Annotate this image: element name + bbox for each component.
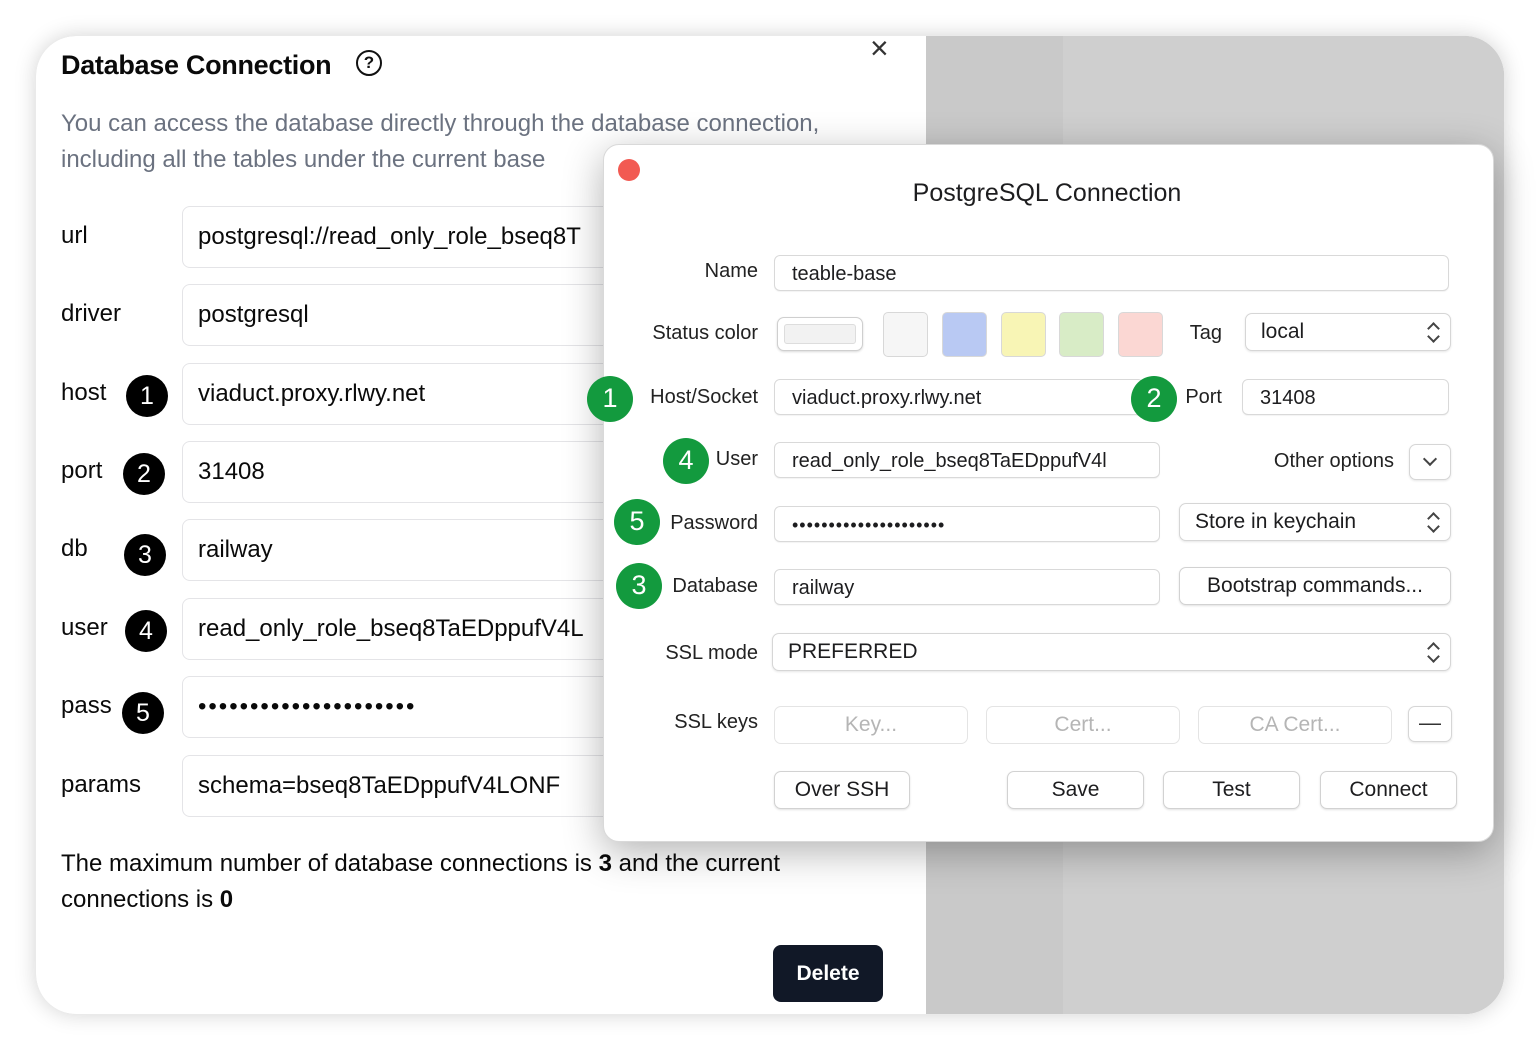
host-socket-input[interactable]: viaduct.proxy.rlwy.net <box>774 379 1144 415</box>
database-label: Database <box>672 575 758 597</box>
database-badge: 3 <box>616 563 662 609</box>
status-swatch-green[interactable] <box>1059 312 1104 357</box>
close-icon[interactable]: × <box>870 36 889 64</box>
pass-badge: 5 <box>122 692 164 734</box>
db-badge: 3 <box>124 534 166 576</box>
ssl-ca-cert-button[interactable]: CA Cert... <box>1198 706 1392 744</box>
status-color-picker[interactable] <box>777 317 863 351</box>
driver-label: driver <box>61 300 122 327</box>
ssl-mode-select[interactable]: PREFERRED <box>772 633 1451 671</box>
updown-chevron-icon <box>1426 322 1440 342</box>
connection-limit-text: The maximum number of database connectio… <box>61 850 781 913</box>
tag-label: Tag <box>1189 322 1222 344</box>
params-label: params <box>61 771 142 798</box>
close-window-button[interactable] <box>618 159 640 181</box>
user-badge: 4 <box>663 438 709 484</box>
ssl-key-button[interactable]: Key... <box>774 706 968 744</box>
database-input[interactable]: railway <box>774 569 1160 605</box>
delete-button[interactable]: Delete <box>773 945 883 1002</box>
help-icon[interactable]: ? <box>356 50 382 76</box>
max-connections: 3 <box>598 850 612 877</box>
url-label: url <box>61 222 88 249</box>
port-badge: 2 <box>1131 376 1177 422</box>
host-label: host <box>61 379 107 406</box>
status-swatch-gray[interactable] <box>883 312 928 357</box>
port-label: Port <box>1185 386 1222 408</box>
current-connections: 0 <box>219 886 234 913</box>
updown-chevron-icon <box>1426 512 1440 532</box>
remove-ssl-keys-button[interactable]: — <box>1408 706 1452 742</box>
password-label: Password <box>670 512 758 534</box>
save-button[interactable]: Save <box>1007 771 1144 809</box>
host-badge: 1 <box>126 375 168 417</box>
port-input[interactable]: 31408 <box>1242 379 1449 415</box>
pass-label: pass <box>61 692 112 719</box>
password-input[interactable]: ••••••••••••••••••••• <box>774 506 1160 542</box>
status-swatch-blue[interactable] <box>942 312 987 357</box>
user-input[interactable]: read_only_role_bseq8TaEDppufV4l <box>774 442 1160 478</box>
host-socket-label: Host/Socket <box>650 386 758 408</box>
ssl-keys-label: SSL keys <box>674 711 758 733</box>
port-badge: 2 <box>123 453 165 495</box>
other-options-toggle[interactable] <box>1409 444 1451 480</box>
password-storage-select[interactable]: Store in keychain <box>1179 503 1451 541</box>
password-badge: 5 <box>614 499 660 545</box>
status-swatch-yellow[interactable] <box>1001 312 1046 357</box>
ssl-mode-label: SSL mode <box>665 642 758 664</box>
test-button[interactable]: Test <box>1163 771 1300 809</box>
tag-select[interactable]: local <box>1245 313 1451 351</box>
bootstrap-commands-button[interactable]: Bootstrap commands... <box>1179 567 1451 605</box>
dialog-title: PostgreSQL Connection <box>912 179 1182 207</box>
user-label: User <box>715 448 758 470</box>
user-label: user <box>61 614 108 641</box>
status-color-label: Status color <box>652 322 758 344</box>
updown-chevron-icon <box>1426 642 1440 662</box>
postgresql-connection-dialog: PostgreSQL Connection Name teable-base S… <box>587 144 1494 842</box>
status-swatch-red[interactable] <box>1118 312 1163 357</box>
port-label: port <box>61 457 103 484</box>
connect-button[interactable]: Connect <box>1320 771 1457 809</box>
other-options-label: Other options <box>1273 450 1394 472</box>
user-badge: 4 <box>125 610 167 652</box>
ssl-cert-button[interactable]: Cert... <box>986 706 1180 744</box>
name-label: Name <box>704 260 758 282</box>
panel-title: Database Connection <box>61 50 332 80</box>
chevron-down-icon <box>1422 451 1438 467</box>
over-ssh-button[interactable]: Over SSH <box>774 771 910 809</box>
name-input[interactable]: teable-base <box>774 255 1449 291</box>
db-label: db <box>61 535 88 562</box>
